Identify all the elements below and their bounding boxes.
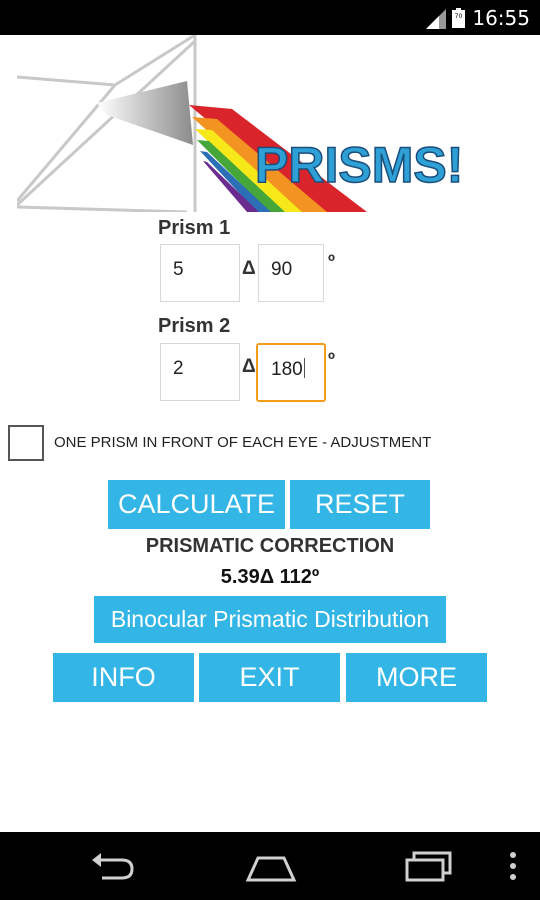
adjustment-checkbox[interactable] [8,425,44,461]
prism2-power-unit: Δ [242,356,256,377]
prism1-label: Prism 1 [158,217,231,239]
banner-logo-text: PRISMS! [255,137,463,193]
prism2-angle-value: 180 [271,359,303,380]
prism1-power-input[interactable]: 5 [160,244,240,302]
prism1-power-unit: Δ [242,258,256,279]
text-cursor [303,358,305,378]
overflow-menu-icon[interactable] [508,850,518,882]
calculate-button[interactable]: CALCULATE [108,480,285,529]
recent-apps-icon[interactable] [404,850,454,882]
signal-icon [426,9,446,29]
prism1-angle-input[interactable]: 90 [258,244,324,302]
back-icon[interactable] [88,850,136,882]
prism2-angle-input[interactable]: 180 [256,343,326,402]
prism2-label: Prism 2 [158,315,231,337]
exit-button[interactable]: EXIT [199,653,340,702]
prisms-banner: PRISMS! [17,35,464,212]
navigation-bar [0,832,540,900]
prism2-angle-unit: º [328,350,335,371]
prism2-power-input[interactable]: 2 [160,343,240,401]
home-icon[interactable] [244,850,298,882]
status-time: 16:55 [472,6,530,30]
binocular-distribution-button[interactable]: Binocular Prismatic Distribution [94,596,446,643]
info-button[interactable]: INFO [53,653,194,702]
adjustment-label[interactable]: ONE PRISM IN FRONT OF EACH EYE - ADJUSTM… [54,434,431,451]
battery-icon: 70 [452,8,465,28]
status-bar: 70 16:55 [0,0,540,35]
prismatic-correction-title: PRISMATIC CORRECTION [145,535,395,557]
prism1-angle-unit: º [328,252,335,273]
battery-level: 70 [455,13,463,20]
reset-button[interactable]: RESET [290,480,430,529]
more-button[interactable]: MORE [346,653,487,702]
prismatic-correction-value: 5.39Δ 112º [220,566,320,588]
